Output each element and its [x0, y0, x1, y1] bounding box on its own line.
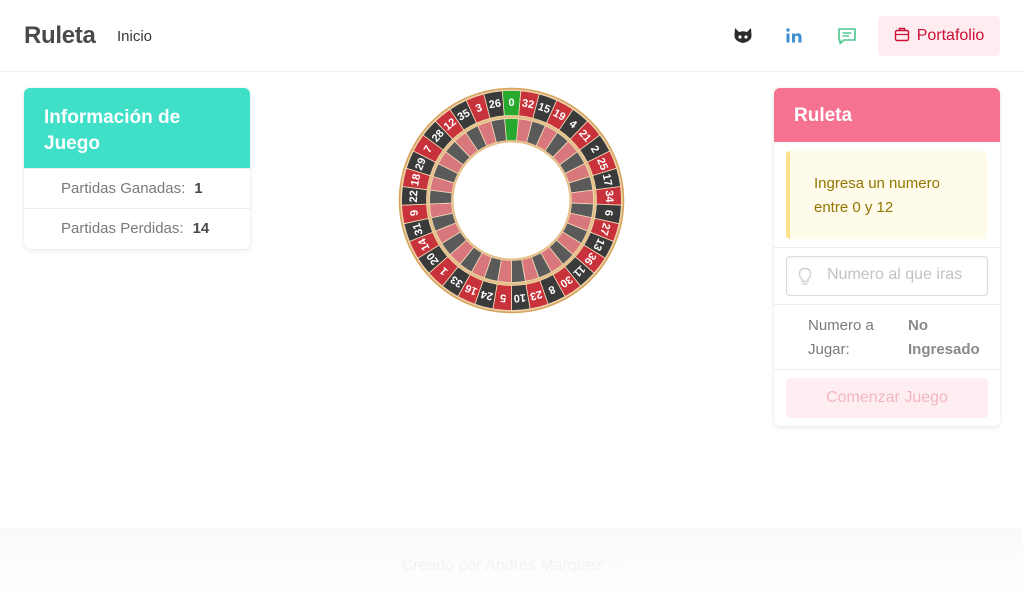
nav-link-home[interactable]: Inicio [117, 28, 152, 45]
wheel-number: 26 [488, 97, 502, 111]
wheel-number: 17 [600, 173, 614, 188]
divider [774, 247, 1000, 248]
linkedin-icon[interactable] [782, 24, 806, 48]
lightbulb-icon [798, 267, 812, 292]
portfolio-button[interactable]: Portafolio [878, 16, 1000, 56]
github-icon[interactable] [731, 24, 755, 48]
wheel-inner-pocket [504, 118, 519, 142]
losses-value: 14 [192, 220, 210, 237]
wins-value: 1 [194, 180, 203, 197]
divider [774, 304, 1000, 305]
wins-row: Partidas Ganadas: 1 [24, 168, 250, 208]
divider [774, 369, 1000, 370]
roulette-wheel: 0 32 15 19 4 21 2 25 17 34 6 27 13 36 11 30 8 23 10 5 24 16 33… [398, 87, 625, 314]
roulette-card-title: Ruleta [774, 88, 1000, 142]
game-info-card: Información de Juego Partidas Ganadas: 1… [24, 88, 250, 249]
start-game-button[interactable]: Comenzar Juego [786, 378, 988, 418]
wheel-inner-pocket [570, 189, 594, 205]
wheel-number: 34 [603, 190, 616, 204]
footer-credit: Creado por Andres Marquez ♡ [401, 557, 622, 574]
wheel-center [451, 140, 572, 261]
number-input-field[interactable] [786, 256, 988, 296]
wins-label: Partidas Ganadas: [61, 180, 186, 197]
brand-title[interactable]: Ruleta [24, 22, 96, 50]
roulette-wheel-svg: 0 32 15 19421225173462713361130823105241633… [398, 87, 625, 314]
roulette-card: Ruleta Ingresa un numero entre 0 y 12 Nu… [774, 88, 1000, 426]
wheel-number: 5 [500, 291, 507, 303]
wheel-number: 10 [513, 291, 526, 304]
chat-icon[interactable] [835, 24, 859, 48]
game-info-title: Información de Juego [24, 88, 250, 168]
play-number-label: Numero a Jugar: [808, 317, 874, 358]
portfolio-label: Portafolio [916, 27, 985, 44]
briefcase-icon [894, 26, 910, 47]
losses-row: Partidas Perdidas: 14 [24, 208, 250, 248]
wheel-number: 18 [409, 173, 423, 188]
wheel-number: 32 [521, 97, 535, 111]
play-number-value: No Ingresado [908, 317, 980, 358]
navbar: Ruleta Inicio Portafolio [0, 0, 1023, 72]
wheel-number: 22 [408, 190, 421, 203]
instruction-notice: Ingresa un numero entre 0 y 12 [786, 151, 987, 239]
losses-label: Partidas Perdidas: [61, 220, 184, 237]
number-input[interactable] [827, 266, 977, 284]
wheel-number: 0 [508, 97, 514, 109]
